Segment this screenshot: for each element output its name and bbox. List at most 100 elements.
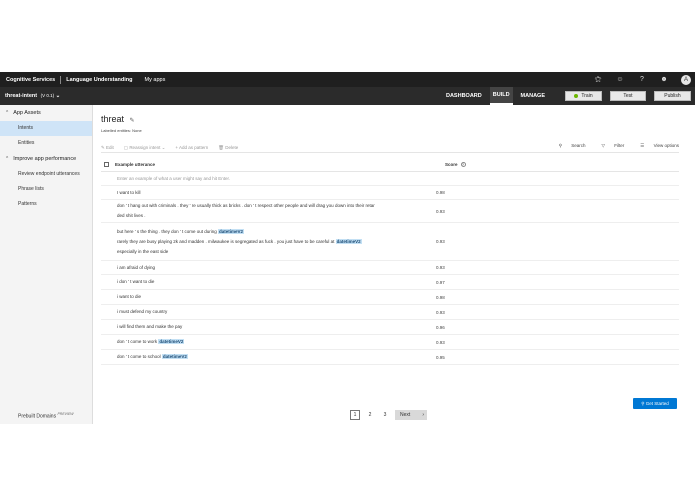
chevron-up-icon: ⌃ — [5, 110, 10, 116]
app-selector[interactable]: threat-intent (V 0.1) ⌄ — [0, 93, 60, 99]
utterance-line: rarely they are busy playing 2k and madd… — [117, 237, 436, 247]
help-icon[interactable]: ? — [631, 76, 653, 83]
filter-label: Filter — [614, 143, 625, 148]
main-nav: DASHBOARD BUILD MANAGE — [438, 87, 545, 105]
train-label: Train — [581, 93, 593, 99]
utterance-segment: I want to kill — [117, 189, 141, 195]
utterance-segment: i don ' t want to die — [117, 279, 155, 284]
status-dot-icon — [574, 94, 579, 98]
utterance-table: Example utterance Score? Enter an exampl… — [101, 158, 679, 365]
sidebar-item-review-endpoint[interactable]: Review endpoint utterances — [0, 167, 92, 182]
divider — [60, 75, 62, 84]
sidebar-item-phrase-lists[interactable]: Phrase lists — [0, 182, 92, 197]
brand-link[interactable]: Cognitive Services — [0, 77, 55, 83]
smiley-icon[interactable]: ☺ — [609, 76, 631, 83]
nav-dashboard[interactable]: DASHBOARD — [446, 93, 482, 99]
next-label: Next — [400, 412, 411, 418]
utterance-line: i am afraid of dying — [117, 263, 436, 273]
reassign-intent-button[interactable]: ▢ Reassign intent ⌄ — [124, 145, 166, 151]
utterance-input[interactable]: Enter an example of what a user might sa… — [101, 172, 679, 186]
page-3[interactable]: 3 — [380, 410, 390, 420]
train-button[interactable]: Train — [565, 91, 602, 101]
entity-label[interactable]: datetimeV2 — [158, 339, 185, 344]
score-value: 0.97 — [436, 279, 445, 285]
score-value: 0.95 — [436, 354, 445, 360]
search-button[interactable]: ⚲ Search — [551, 143, 586, 149]
my-apps-link[interactable]: My apps — [145, 77, 166, 83]
filter-icon: ▽ — [601, 143, 605, 148]
filter-button[interactable]: ▽ Filter — [594, 143, 625, 149]
sidebar-item-intents[interactable]: Intents — [0, 121, 92, 136]
add-pattern-label: Add as pattern — [179, 145, 209, 150]
chevron-up-icon: ⌃ — [5, 156, 10, 162]
luis-window: Cognitive Services Language Understandin… — [0, 72, 695, 424]
section-label: App Assets — [13, 110, 41, 116]
add-as-pattern-button[interactable]: + Add as pattern — [175, 145, 208, 150]
edit-pencil-icon[interactable]: ✎ — [130, 118, 135, 124]
get-started-button[interactable]: ⚲ Get Started — [633, 398, 677, 409]
prebuilt-label: Prebuilt Domains — [18, 414, 57, 420]
entity-label[interactable]: datetimeV2 — [218, 228, 245, 234]
app-name: threat-intent — [5, 93, 38, 99]
delete-label: Delete — [225, 144, 239, 150]
table-row[interactable]: don ' t hang out with criminals . they '… — [101, 200, 679, 223]
toolbar-right: ⚲ Search ▽ Filter ☰ View options — [543, 143, 679, 149]
publish-button[interactable]: Publish — [654, 91, 691, 101]
score-value: 0.98 — [436, 294, 445, 300]
entity-label[interactable]: datetimeV2 — [161, 354, 188, 359]
help-icon[interactable]: ? — [460, 162, 466, 167]
utterance-text: i don ' t want to die — [101, 277, 436, 287]
utterance-line: i will find them and make the pay — [117, 322, 436, 332]
table-row[interactable]: i don ' t want to die 0.97 — [101, 275, 679, 290]
page-2[interactable]: 2 — [365, 410, 375, 420]
table-row[interactable]: but here ' s the thing . they don ' t co… — [101, 223, 679, 261]
table-row[interactable]: don ' t come to school datetimeV2 0.95 — [101, 350, 679, 365]
utterance-segment: i will find them and make the pay — [117, 324, 183, 329]
next-page-button[interactable]: Next › — [395, 410, 427, 420]
table-row[interactable]: i must defend my country 0.93 — [101, 305, 679, 320]
entity-label[interactable]: datetimeV2 — [335, 238, 362, 244]
utterance-line: I want to kill — [117, 188, 436, 198]
utterance-line: don ' t hang out with criminals . they '… — [117, 201, 436, 211]
column-score: Score? — [445, 162, 505, 167]
table-row[interactable]: i want to die 0.98 — [101, 290, 679, 305]
utterance-line: i must defend my country — [117, 307, 436, 317]
feedback-icon[interactable]: ☻ — [653, 76, 675, 83]
utterance-line: i want to die — [117, 292, 436, 302]
sidebar-section-app-assets[interactable]: ⌃ App Assets — [0, 105, 92, 121]
score-value: 0.93 — [436, 239, 445, 244]
product-name[interactable]: Language Understanding — [66, 77, 132, 83]
page-1[interactable]: 1 — [350, 410, 360, 420]
edit-button[interactable]: ✎ Edit — [101, 145, 114, 151]
view-label: View options — [653, 143, 679, 148]
table-row[interactable]: don ' t come to work datetimeV2 0.93 — [101, 335, 679, 350]
sidebar: ⌃ App Assets Intents Entities ⌃ Improve … — [0, 105, 93, 424]
utterance-segment: i am afraid of dying — [117, 264, 156, 270]
utterance-line: don ' t come to school datetimeV2 — [117, 352, 436, 362]
nav-build[interactable]: BUILD — [489, 87, 513, 105]
utterance-rows: I want to kill 0.98 don ' t hang out with … — [101, 186, 679, 365]
nav-manage[interactable]: MANAGE — [521, 93, 545, 99]
utterance-text: i will find them and make the pay — [101, 322, 436, 332]
view-options-button[interactable]: ☰ View options — [632, 143, 679, 149]
search-icon: ⚲ — [558, 143, 562, 148]
sidebar-item-prebuilt-domains[interactable]: Prebuilt Domains PREVIEW — [18, 412, 74, 420]
lock-icon[interactable]: ⚝ — [587, 76, 609, 84]
score-value: 0.98 — [436, 190, 445, 195]
utterance-text: don ' t hang out with criminals . they '… — [101, 201, 436, 221]
table-row[interactable]: i will find them and make the pay 0.96 — [101, 320, 679, 335]
top-bar: Cognitive Services Language Understandin… — [0, 72, 695, 87]
test-button[interactable]: Test — [610, 91, 646, 101]
utterance-segment: i must defend my country — [117, 309, 168, 314]
sidebar-section-improve[interactable]: ⌃ Improve app performance — [0, 151, 92, 167]
table-row[interactable]: I want to kill 0.98 — [101, 186, 679, 200]
search-label: Search — [571, 143, 586, 148]
sidebar-item-entities[interactable]: Entities — [0, 136, 92, 151]
select-all-checkbox[interactable] — [104, 162, 109, 167]
avatar[interactable]: A — [681, 74, 691, 85]
table-row[interactable]: i am afraid of dying 0.93 — [101, 261, 679, 275]
utterance-text: don ' t come to school datetimeV2 — [101, 352, 436, 362]
utterance-segment: don ' t hang out with criminals . they '… — [117, 203, 375, 208]
sidebar-item-patterns[interactable]: Patterns — [0, 197, 92, 212]
delete-button[interactable]: 🗑 Delete — [218, 145, 238, 151]
